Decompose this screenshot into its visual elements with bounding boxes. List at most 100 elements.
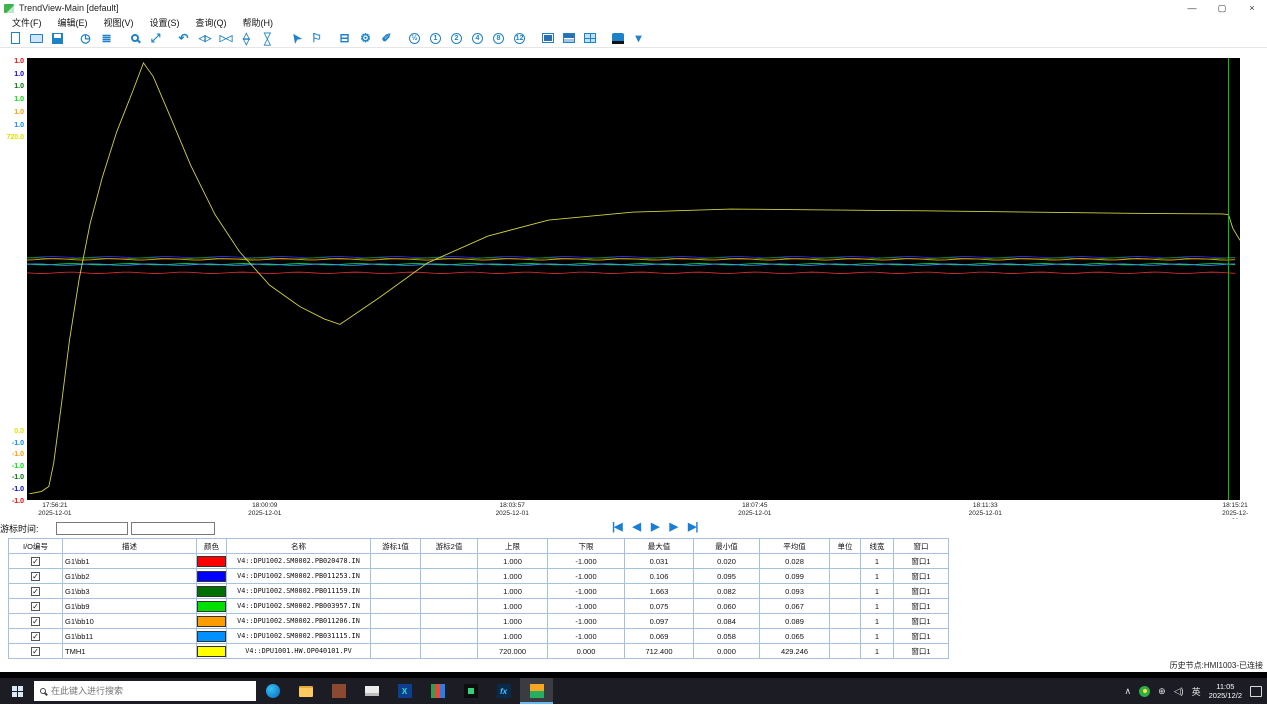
menu-item-4[interactable]: 查询(Q)	[188, 16, 235, 29]
settings-icon[interactable]: ⚙	[355, 30, 376, 47]
open-file-icon[interactable]	[26, 30, 47, 47]
color-cell[interactable]	[197, 599, 227, 614]
range-12-hour-icon[interactable]: 12	[509, 30, 530, 47]
time-range-icon[interactable]: ◷	[75, 30, 96, 47]
nav-next-button[interactable]: ▶	[669, 520, 676, 533]
color-cell[interactable]	[197, 569, 227, 584]
search-input[interactable]	[51, 686, 250, 696]
enable-checkbox-cell[interactable]: ✓	[9, 614, 63, 629]
taskbar-app-edge[interactable]	[256, 678, 289, 704]
taskbar-search[interactable]	[34, 681, 256, 701]
row-checkbox[interactable]: ✓	[31, 632, 40, 641]
row-checkbox[interactable]: ✓	[31, 602, 40, 611]
taskbar-app-file-explorer[interactable]	[289, 678, 322, 704]
color-cell[interactable]	[197, 584, 227, 599]
pin-icon[interactable]: ✐	[376, 30, 397, 47]
taskbar-app-fx[interactable]: fx	[487, 678, 520, 704]
taskbar-app-package[interactable]	[322, 678, 355, 704]
color-cell[interactable]	[197, 644, 227, 659]
save-icon[interactable]	[47, 30, 68, 47]
column-header[interactable]: 单位	[830, 539, 861, 554]
export-caret-icon[interactable]: ▾	[628, 30, 649, 47]
layout-single-icon[interactable]	[537, 30, 558, 47]
column-header[interactable]: 线宽	[861, 539, 894, 554]
color-cell[interactable]	[197, 614, 227, 629]
new-file-icon[interactable]	[5, 30, 26, 47]
table-row[interactable]: ✓G1\bb2V4::DPU1002.SM0002.PB011253.IN1.0…	[9, 569, 949, 584]
compress-horizontal-icon[interactable]: ▷◁	[215, 30, 236, 47]
column-header[interactable]: 平均值	[760, 539, 830, 554]
export-fill-icon[interactable]	[607, 30, 628, 47]
column-header[interactable]: 最小值	[694, 539, 760, 554]
enable-checkbox-cell[interactable]: ✓	[9, 644, 63, 659]
column-header[interactable]: I/O编号	[9, 539, 63, 554]
row-checkbox[interactable]: ✓	[31, 557, 40, 566]
table-row[interactable]: ✓G1\bb10V4::DPU1002.SM0002.PB011206.IN1.…	[9, 614, 949, 629]
flag-cursor-icon[interactable]: ⚐	[306, 30, 327, 47]
start-button[interactable]	[0, 678, 34, 704]
minimize-button[interactable]: —	[1177, 0, 1207, 16]
table-row[interactable]: ✓G1\bb1V4::DPU1002.SM0002.PB020478.IN1.0…	[9, 554, 949, 569]
zoom-icon[interactable]	[124, 30, 145, 47]
menu-item-2[interactable]: 视图(V)	[96, 16, 142, 29]
network-globe-icon[interactable]: ⊕	[1158, 686, 1166, 697]
expand-horizontal-icon[interactable]: ◁▷	[194, 30, 215, 47]
tag-list-icon[interactable]: ≣	[96, 30, 117, 47]
column-header[interactable]: 游标1值	[371, 539, 421, 554]
column-header[interactable]: 窗口	[894, 539, 949, 554]
cursor2-time-input[interactable]	[131, 522, 215, 535]
color-cell[interactable]	[197, 554, 227, 569]
column-header[interactable]: 上限	[478, 539, 548, 554]
enable-checkbox-cell[interactable]: ✓	[9, 584, 63, 599]
enable-checkbox-cell[interactable]: ✓	[9, 629, 63, 644]
menu-item-1[interactable]: 编辑(E)	[50, 16, 96, 29]
fit-view-icon[interactable]: ⤢	[145, 30, 166, 47]
table-row[interactable]: ✓TMH1V4::DPU1001.HW.OP040101.PV720.0000.…	[9, 644, 949, 659]
row-checkbox[interactable]: ✓	[31, 587, 40, 596]
enable-checkbox-cell[interactable]: ✓	[9, 599, 63, 614]
menu-item-0[interactable]: 文件(F)	[4, 16, 50, 29]
taskbar-clock[interactable]: 11:05 2025/12/2	[1209, 682, 1242, 700]
nav-last-button[interactable]: ▶|	[688, 520, 698, 533]
range-1-hour-icon[interactable]: 1	[425, 30, 446, 47]
table-row[interactable]: ✓G1\bb3V4::DPU1002.SM0002.PB011159.IN1.0…	[9, 584, 949, 599]
row-checkbox[interactable]: ✓	[31, 617, 40, 626]
column-header[interactable]: 描述	[63, 539, 197, 554]
column-header[interactable]: 名称	[227, 539, 371, 554]
maximize-button[interactable]: ▢	[1207, 0, 1237, 16]
nav-first-button[interactable]: |◀	[612, 520, 622, 533]
taskbar-app-mail[interactable]	[355, 678, 388, 704]
column-header[interactable]: 游标2值	[421, 539, 478, 554]
range-4-hour-icon[interactable]: 4	[467, 30, 488, 47]
row-checkbox[interactable]: ✓	[31, 572, 40, 581]
layout-four-pane-icon[interactable]	[579, 30, 600, 47]
compress-vertical-icon[interactable]: ▷◁	[259, 28, 276, 49]
trend-window-icon[interactable]: ⊟	[334, 30, 355, 47]
range-2-hour-icon[interactable]: 2	[446, 30, 467, 47]
notification-center-icon[interactable]	[1250, 686, 1262, 697]
color-cell[interactable]	[197, 629, 227, 644]
enable-checkbox-cell[interactable]: ✓	[9, 554, 63, 569]
nav-prev-button[interactable]: ◀	[633, 520, 640, 533]
taskbar-app-charts[interactable]	[421, 678, 454, 704]
layout-two-pane-icon[interactable]	[558, 30, 579, 47]
expand-vertical-icon[interactable]: ◁▷	[238, 28, 255, 49]
cursor1-time-input[interactable]	[56, 522, 128, 535]
range-8-hour-icon[interactable]: 8	[488, 30, 509, 47]
enable-checkbox-cell[interactable]: ✓	[9, 569, 63, 584]
hidden-icons-chevron[interactable]: ∧	[1125, 686, 1132, 697]
menu-item-3[interactable]: 设置(S)	[142, 16, 188, 29]
trend-plot[interactable]	[27, 58, 1240, 500]
range-half-hour-icon[interactable]: ½	[404, 30, 425, 47]
taskbar-app-capture[interactable]	[454, 678, 487, 704]
undo-icon[interactable]: ↶	[173, 30, 194, 47]
ime-indicator[interactable]: 英	[1192, 685, 1201, 698]
taskbar-app-trendview[interactable]	[520, 678, 553, 704]
close-button[interactable]: ×	[1237, 0, 1267, 16]
taskbar-app-spreadsheet[interactable]: X	[388, 678, 421, 704]
column-header[interactable]: 下限	[548, 539, 625, 554]
nav-play-button[interactable]: ▶	[651, 520, 658, 533]
antivirus-icon[interactable]	[1139, 686, 1150, 697]
table-row[interactable]: ✓G1\bb9V4::DPU1002.SM0002.PB003957.IN1.0…	[9, 599, 949, 614]
column-header[interactable]: 最大值	[625, 539, 694, 554]
